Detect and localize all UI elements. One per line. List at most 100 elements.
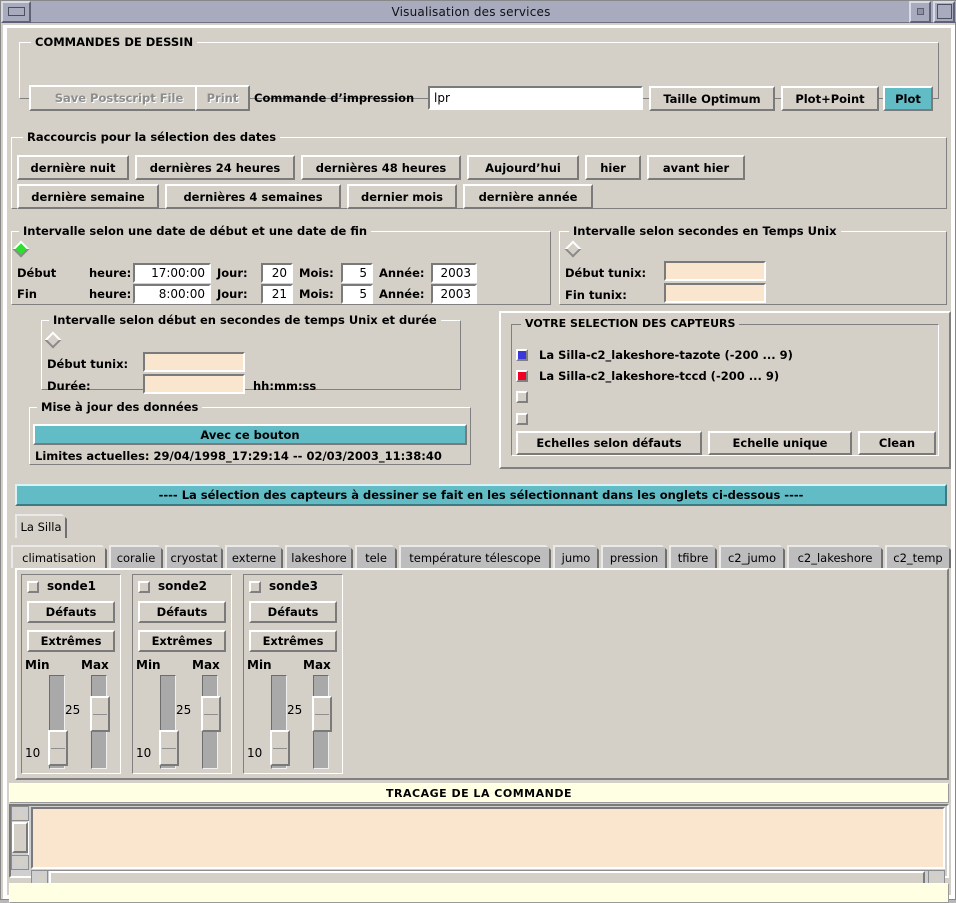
sensor-tab-coralie[interactable]: coralie	[109, 545, 163, 568]
probe-2-extremes-button[interactable]: Extrêmes	[138, 630, 226, 652]
probe-3-name: sonde3	[269, 579, 318, 593]
date-start-month-value: 5	[343, 266, 371, 280]
probe-3-max-label: Max	[303, 658, 331, 672]
save-postscript-button[interactable]: Save Postscript File	[29, 85, 209, 111]
probe-1-max-slider-thumb[interactable]	[90, 696, 110, 732]
shortcut-last-48h[interactable]: dernières 48 heures	[301, 155, 461, 180]
probe-2-min-slider-thumb[interactable]	[159, 730, 179, 766]
site-tab-strip	[15, 514, 947, 538]
minimize-button[interactable]	[909, 1, 931, 23]
clean-button[interactable]: Clean	[858, 431, 936, 455]
console-textarea[interactable]	[31, 807, 945, 869]
probe-2-max-slider-trough[interactable]	[202, 675, 218, 769]
update-data-button[interactable]: Avec ce bouton	[33, 424, 467, 445]
sensor-checkbox-tazote[interactable]	[516, 349, 528, 361]
shortcut-today[interactable]: Aujourd’hui	[467, 155, 579, 180]
window-menu-button[interactable]	[1, 1, 31, 23]
print-command-input[interactable]: lpr	[428, 86, 643, 110]
probe-2-max-value: 25	[176, 703, 191, 717]
probe-1-extremes-button[interactable]: Extrêmes	[27, 630, 115, 652]
sensor-tab-lakeshore[interactable]: lakeshore	[285, 545, 353, 568]
shortcut-last-year[interactable]: dernière année	[463, 184, 593, 209]
date-end-hour-label: heure:	[89, 287, 131, 301]
default-scales-button[interactable]: Echelles selon défauts	[516, 431, 702, 455]
sensor-checkbox-empty-4[interactable]	[516, 413, 528, 425]
probe-1-max-slider-trough[interactable]	[91, 675, 107, 769]
sensor-tab-externe[interactable]: externe	[225, 545, 283, 568]
probe-3-extremes-button[interactable]: Extrêmes	[249, 630, 337, 652]
sensor-tab-c2-jumo[interactable]: c2_jumo	[719, 545, 785, 568]
status-bar	[9, 883, 949, 903]
date-start-day-value: 20	[263, 266, 291, 280]
shortcut-last-week[interactable]: dernière semaine	[17, 184, 159, 209]
date-end-hour-input[interactable]: 8:00:00	[133, 284, 211, 304]
sensor-tab-jumo[interactable]: jumo	[553, 545, 599, 568]
date-start-month-label: Mois:	[299, 266, 334, 280]
probe-1-defaults-button[interactable]: Défauts	[27, 601, 115, 623]
probe-2-max-slider-thumb[interactable]	[201, 696, 221, 732]
date-end-year-input[interactable]: 2003	[431, 284, 477, 304]
sensor-tab-tele[interactable]: tele	[355, 545, 397, 568]
shortcut-last-month[interactable]: dernier mois	[347, 184, 457, 209]
duration-label: Durée:	[47, 379, 91, 393]
probe-3-defaults-button[interactable]: Défauts	[249, 601, 337, 623]
probe-3-min-slider-trough[interactable]	[271, 675, 287, 769]
date-start-year-input[interactable]: 2003	[431, 263, 477, 283]
date-start-day-input[interactable]: 20	[261, 263, 293, 283]
unique-scale-button[interactable]: Echelle unique	[708, 431, 852, 455]
plot-button[interactable]: Plot	[883, 86, 933, 111]
sensor-tab-cryostat[interactable]: cryostat	[165, 545, 223, 568]
date-start-label: Début	[17, 266, 56, 280]
console-scroll-up-button[interactable]	[11, 806, 29, 821]
probe-3-min-value: 10	[247, 746, 262, 760]
probe-1-min-slider-trough[interactable]	[49, 675, 65, 769]
shortcut-day-before-yesterday[interactable]: avant hier	[647, 155, 745, 180]
date-start-month-input[interactable]: 5	[341, 263, 373, 283]
plot-point-button[interactable]: Plot+Point	[781, 86, 879, 111]
probe-3-checkbox[interactable]	[249, 581, 261, 593]
probe-1-min-slider-thumb[interactable]	[48, 730, 68, 766]
probe-1-min-value: 10	[25, 746, 40, 760]
date-end-label: Fin	[17, 287, 37, 301]
shortcut-last-4-weeks[interactable]: dernières 4 semaines	[165, 184, 341, 209]
sensor-checkbox-empty-3[interactable]	[516, 391, 528, 403]
console-scroll-down-button[interactable]	[11, 855, 29, 870]
site-tab-la-silla[interactable]: La Silla	[15, 514, 67, 538]
probe-2-defaults-button[interactable]: Défauts	[138, 601, 226, 623]
shortcut-last-24h[interactable]: dernières 24 heures	[135, 155, 295, 180]
print-button[interactable]: Print	[195, 85, 250, 111]
scroll-down-icon	[14, 858, 26, 868]
date-start-hour-input[interactable]: 17:00:00	[133, 263, 211, 283]
sensor-tab-c2-temp[interactable]: c2_temp	[885, 545, 951, 568]
probe-1-checkbox[interactable]	[27, 581, 39, 593]
sensor-checkbox-tccd[interactable]	[516, 370, 528, 382]
probe-3-max-slider-trough[interactable]	[313, 675, 329, 769]
maximize-button[interactable]	[933, 1, 955, 23]
date-start-day-label: Jour:	[217, 266, 248, 280]
shortcut-last-night[interactable]: dernière nuit	[17, 155, 129, 180]
duration-start-input[interactable]	[143, 352, 245, 372]
sensor-tab-c2-lakeshore[interactable]: c2_lakeshore	[787, 545, 883, 568]
sensor-tab-temperature-telescope[interactable]: température télescope	[399, 545, 551, 568]
duration-interval-group	[41, 320, 461, 390]
shortcut-yesterday[interactable]: hier	[585, 155, 641, 180]
sensor-tab-climatisation[interactable]: climatisation	[11, 545, 107, 568]
date-start-year-value: 2003	[433, 266, 475, 280]
scroll-up-icon	[14, 809, 26, 819]
probe-3-min-label: Min	[247, 658, 272, 672]
probe-2-min-slider-trough[interactable]	[160, 675, 176, 769]
sensor-tab-tfibre[interactable]: tfibre	[669, 545, 717, 568]
probe-2-checkbox[interactable]	[138, 581, 150, 593]
duration-input[interactable]	[143, 374, 245, 394]
unix-end-input[interactable]	[664, 283, 766, 303]
optimum-size-button[interactable]: Taille Optimum	[649, 86, 775, 111]
probe-3-max-slider-thumb[interactable]	[312, 696, 332, 732]
probe-3-max-value: 25	[287, 703, 302, 717]
probe-3-min-slider-thumb[interactable]	[270, 730, 290, 766]
date-end-month-input[interactable]: 5	[341, 284, 373, 304]
date-end-day-input[interactable]: 21	[261, 284, 293, 304]
console-vscroll-thumb[interactable]	[12, 822, 28, 853]
sensor-tab-pression[interactable]: pression	[601, 545, 667, 568]
application-window: Visualisation des services COMMANDES DE …	[0, 0, 956, 900]
unix-start-input[interactable]	[664, 261, 766, 281]
